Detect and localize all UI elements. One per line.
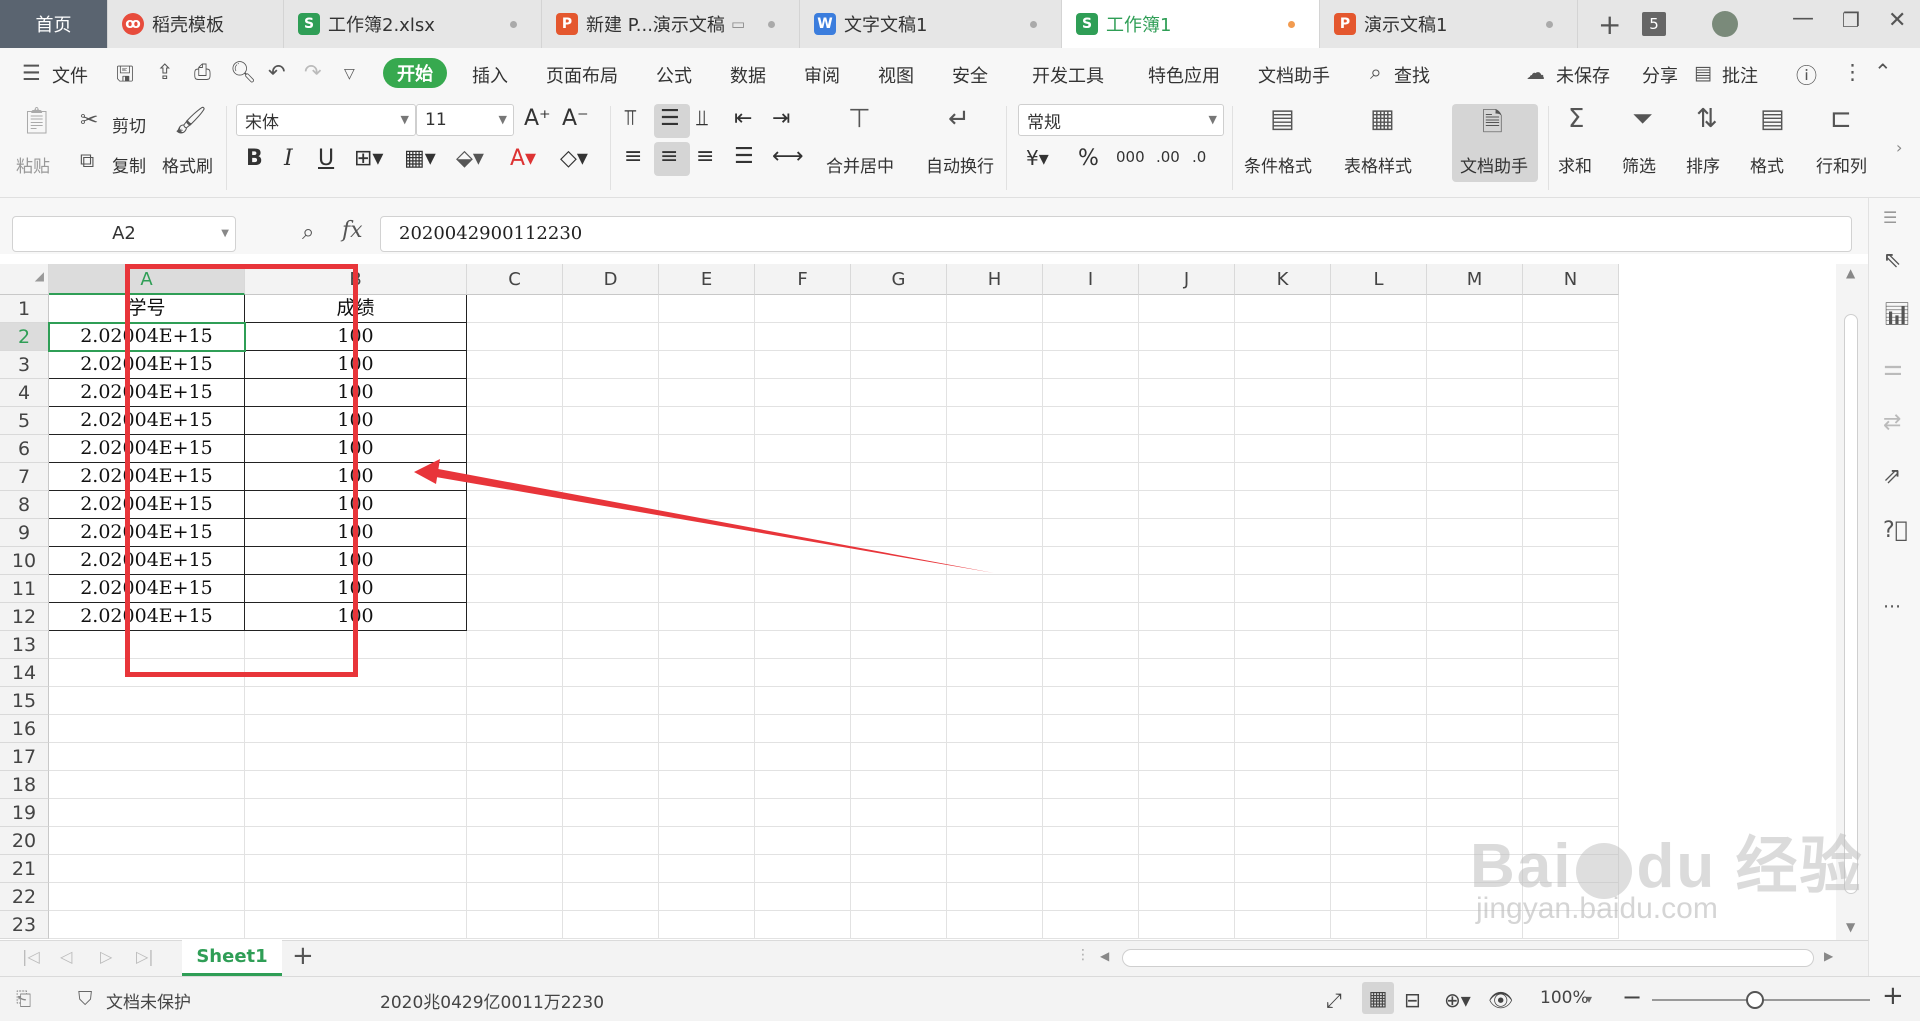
macro-icon[interactable]: ⎗ (16, 988, 31, 1010)
last-sheet-icon[interactable]: ▷| (136, 947, 154, 966)
annotation-arrow-shaft (430, 468, 994, 573)
transfer-icon[interactable]: ⇄ (1883, 410, 1901, 435)
shield-icon: ⛉ (78, 988, 93, 1010)
status-bar: ⎗ ⛉ 文档未保护 2020兆0429亿0011万2230 ⤢ ▦ ⊟ ⊕▾ 👁… (0, 976, 1920, 1021)
watermark-url: jingyan.baidu.com (1476, 892, 1718, 925)
sidebar-handle-icon: ☰ (1883, 208, 1898, 227)
next-sheet-icon[interactable]: ▷ (100, 947, 112, 966)
prev-sheet-icon[interactable]: ◁ (60, 947, 72, 966)
splitter-icon[interactable]: ⋮ (1076, 947, 1090, 963)
page-break-view-icon[interactable]: ⊟ (1404, 988, 1421, 1012)
settings-sliders-icon[interactable]: ⚌ (1883, 356, 1903, 381)
scroll-right-icon[interactable]: ▶ (1824, 949, 1833, 963)
sheet-tab-bar: |◁ ◁ ▷ ▷| Sheet1 + ⋮ ◀ ▶ (0, 940, 1868, 976)
more-horizontal-icon[interactable]: ⋯ (1883, 596, 1901, 617)
zoom-level[interactable]: 100% (1540, 988, 1589, 1008)
sheet-tab-sheet1[interactable]: Sheet1 (182, 940, 282, 976)
paw-icon (1576, 842, 1633, 899)
zoom-in-icon[interactable]: + (1882, 981, 1904, 1011)
select-cursor-icon[interactable]: ⇖ (1883, 248, 1901, 273)
fullscreen-icon[interactable]: ⤢ (1326, 988, 1342, 1012)
vertical-scroll-thumb[interactable] (1844, 314, 1858, 894)
chart-icon[interactable]: 📊︎ (1883, 302, 1911, 327)
share-out-icon[interactable]: ⇗ (1883, 464, 1901, 489)
zoom-dropdown-icon[interactable]: ▾ (1586, 992, 1592, 1006)
help-circle-icon[interactable]: ?⃝ (1883, 518, 1908, 543)
value-readout: 2020兆0429亿0011万2230 (380, 993, 605, 1013)
normal-view-icon[interactable]: ▦ (1362, 982, 1394, 1014)
right-sidebar: ☰ ⇖ 📊︎ ⚌ ⇄ ⇗ ?⃝ ⋯ (1868, 198, 1920, 976)
horizontal-scroll-thumb[interactable] (1122, 949, 1814, 967)
zoom-slider-thumb[interactable] (1746, 991, 1764, 1009)
first-sheet-icon[interactable]: |◁ (22, 947, 40, 966)
protection-status[interactable]: 文档未保护 (106, 988, 191, 1013)
scroll-left-icon[interactable]: ◀ (1100, 949, 1109, 963)
eye-protection-icon[interactable]: 👁︎ (1488, 988, 1513, 1012)
add-sheet-icon[interactable]: + (292, 941, 314, 971)
reading-mode-icon[interactable]: ⊕▾ (1444, 988, 1471, 1012)
scroll-up-icon[interactable]: ▲ (1846, 266, 1855, 280)
scroll-down-icon[interactable]: ▼ (1846, 920, 1855, 934)
zoom-out-icon[interactable]: − (1622, 983, 1642, 1011)
annotation-arrow-head (414, 459, 440, 484)
